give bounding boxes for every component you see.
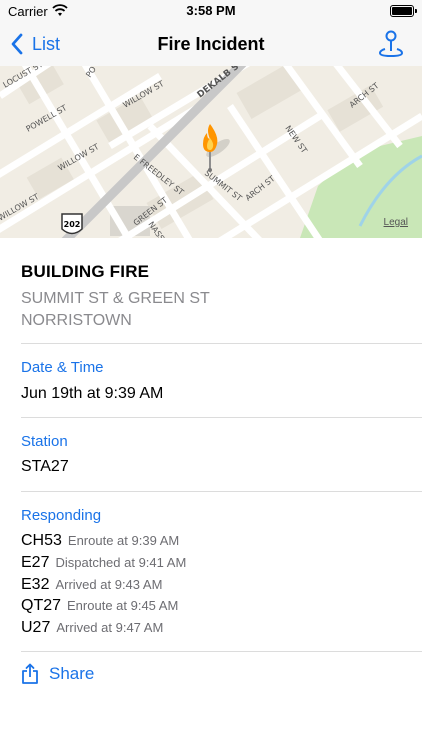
map-canvas: DEKALB S WILLOW ST POWELL ST WILLOW ST E… (0, 66, 422, 238)
responding-unit-row: E32 Arrived at 9:43 AM (21, 576, 162, 594)
route-shield: 202 (61, 213, 83, 235)
address-line-1: SUMMIT ST & GREEN ST (21, 290, 210, 307)
unit-status: Dispatched at 9:41 AM (55, 555, 187, 570)
unit-id: E27 (21, 554, 50, 571)
svg-text:DEKALB S: DEKALB S (196, 66, 241, 100)
status-bar: Carrier 3:58 PM (0, 0, 422, 22)
divider (21, 491, 422, 492)
map-legal-link[interactable]: Legal (384, 217, 408, 228)
divider (21, 651, 422, 652)
unit-id: QT27 (21, 597, 62, 614)
responding-unit-row: QT27 Enroute at 9:45 AM (21, 597, 178, 615)
share-icon (22, 663, 38, 684)
responding-unit-row: CH53 Enroute at 9:39 AM (21, 532, 179, 550)
unit-id: E32 (21, 576, 50, 593)
divider (21, 343, 422, 344)
unit-status: Arrived at 9:47 AM (56, 620, 164, 635)
date-time-value: Jun 19th at 9:39 AM (21, 385, 164, 402)
address-line-2: NORRISTOWN (21, 312, 132, 329)
unit-id: CH53 (21, 532, 62, 549)
responding-unit-row: U27 Arrived at 9:47 AM (21, 619, 163, 637)
responding-label: Responding (21, 507, 102, 524)
incident-title: BUILDING FIRE (21, 262, 150, 281)
svg-text:ARCH ST: ARCH ST (244, 174, 277, 203)
battery-tip (415, 9, 417, 13)
unit-id: U27 (21, 619, 51, 636)
page-title: Fire Incident (157, 34, 265, 54)
responding-unit-row: E27 Dispatched at 9:41 AM (21, 554, 186, 572)
unit-status: Enroute at 9:39 AM (67, 533, 180, 548)
station-value: STA27 (21, 458, 69, 475)
unit-status: Arrived at 9:43 AM (55, 577, 163, 592)
fire-pin-icon[interactable] (203, 124, 218, 172)
clock: 3:58 PM (186, 3, 236, 18)
share-button[interactable]: Share (21, 663, 94, 685)
incident-map[interactable]: DEKALB S WILLOW ST POWELL ST WILLOW ST E… (0, 66, 422, 238)
date-time-label: Date & Time (21, 359, 104, 376)
divider (21, 417, 422, 418)
svg-text:202: 202 (64, 220, 81, 229)
share-label: Share (49, 664, 95, 683)
unit-status: Enroute at 9:45 AM (67, 598, 179, 613)
battery-icon (390, 5, 414, 17)
navigation-bar: List Fire Incident (0, 22, 422, 66)
directions-pin-icon[interactable] (378, 30, 404, 58)
station-label: Station (21, 433, 68, 450)
